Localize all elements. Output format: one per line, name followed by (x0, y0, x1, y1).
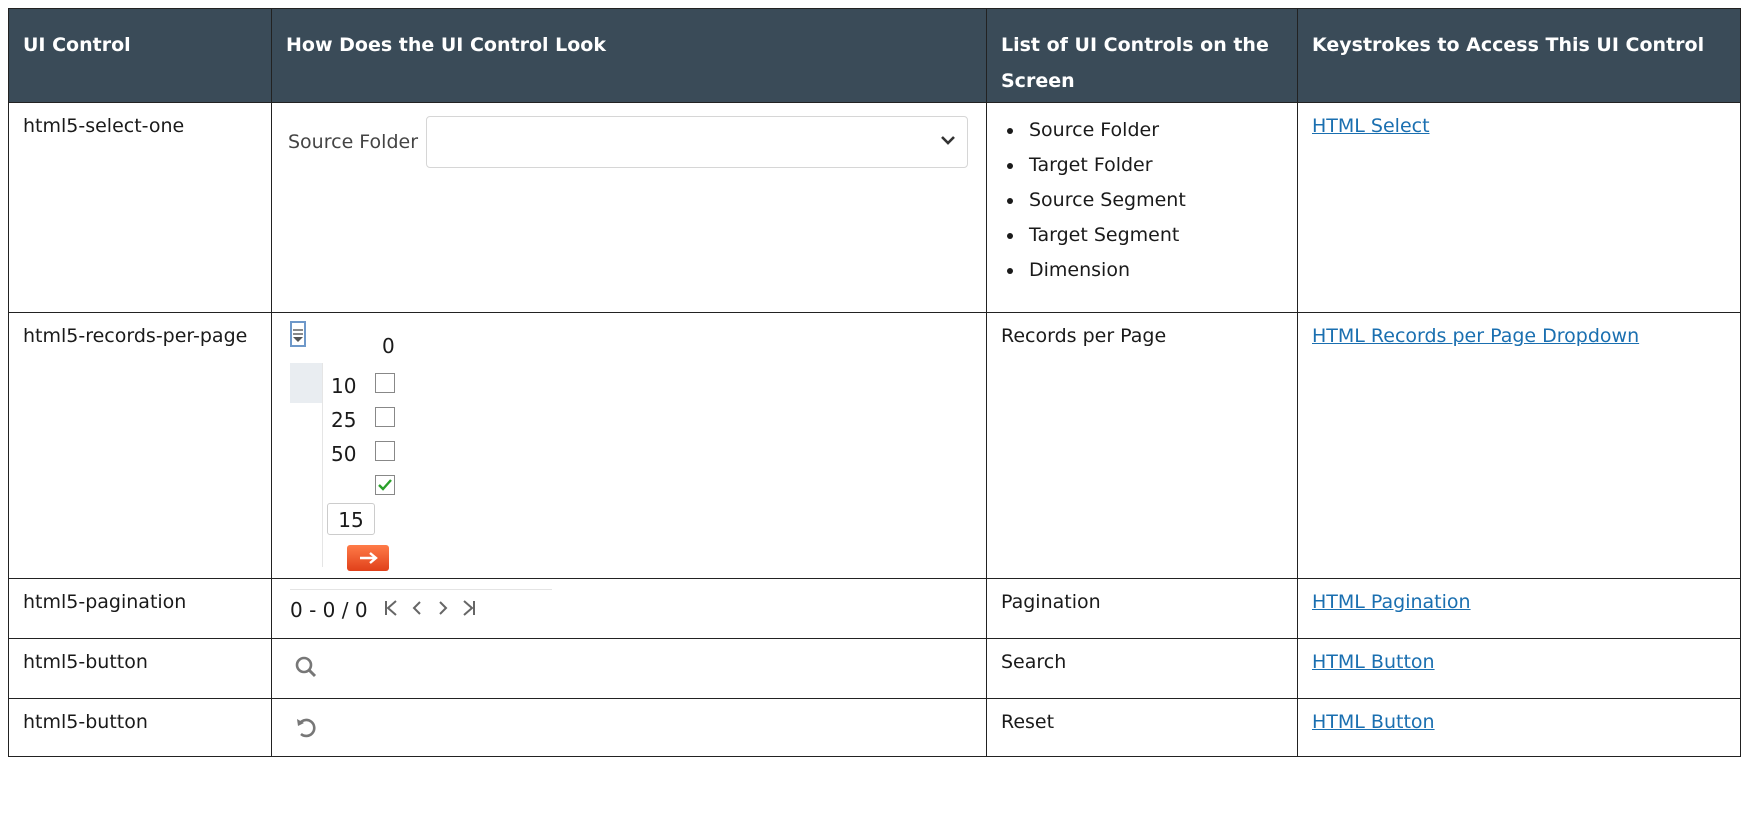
list-item: Dimension (1025, 253, 1283, 288)
checked-checkbox[interactable] (375, 475, 395, 495)
pagination-range: 0 - 0 / 0 (290, 598, 368, 622)
html-pagination-link[interactable]: HTML Pagination (1312, 591, 1471, 613)
table-row: html5-records-per-page 0 10 25 50 15 Rec… (8, 312, 1741, 579)
controls-list-cell: Reset (986, 698, 1298, 757)
control-name: html5-button (8, 638, 272, 699)
header-list: List of UI Controls on the Screen (986, 8, 1298, 103)
chevron-down-icon (941, 136, 955, 145)
records-input[interactable]: 15 (327, 503, 375, 535)
checkbox[interactable] (375, 407, 395, 427)
arrow-right-icon (360, 552, 378, 564)
header-keystrokes: Keystrokes to Access This UI Control (1297, 8, 1741, 103)
keystrokes-cell: HTML Select (1297, 102, 1741, 313)
controls-list: Source Folder Target Folder Source Segme… (1001, 113, 1283, 288)
table-row: html5-select-one Source Folder Source Fo… (8, 102, 1741, 313)
records-dropdown-trigger[interactable] (290, 321, 306, 347)
control-name: html5-select-one (8, 102, 272, 313)
controls-list-cell: Source Folder Target Folder Source Segme… (986, 102, 1298, 313)
list-item: Target Folder (1025, 148, 1283, 183)
controls-list-cell: Search (986, 638, 1298, 699)
look-cell: 0 10 25 50 15 (271, 312, 987, 579)
keystrokes-cell: HTML Pagination (1297, 578, 1741, 639)
keystrokes-cell: HTML Button (1297, 698, 1741, 757)
next-page-icon[interactable] (430, 597, 456, 623)
records-option[interactable]: 25 (331, 407, 356, 433)
look-cell: 0 - 0 / 0 (271, 578, 987, 639)
look-cell: Source Folder (271, 102, 987, 313)
keystrokes-cell: HTML Records per Page Dropdown (1297, 312, 1741, 579)
checkmark-icon (378, 479, 392, 491)
source-folder-select[interactable] (426, 116, 968, 168)
ui-controls-table: UI Control How Does the UI Control Look … (8, 8, 1741, 757)
table-row: html5-button Reset HTML Button (8, 698, 1741, 757)
keystrokes-cell: HTML Button (1297, 638, 1741, 699)
list-item: Source Folder (1025, 113, 1283, 148)
previous-page-icon[interactable] (404, 597, 430, 623)
record-count: 0 (382, 334, 395, 358)
html-button-link[interactable]: HTML Button (1312, 711, 1435, 733)
control-name: html5-button (8, 698, 272, 757)
first-page-icon[interactable] (378, 597, 404, 623)
control-name: html5-records-per-page (8, 312, 272, 579)
select-label: Source Folder (288, 131, 419, 153)
table-row: html5-pagination 0 - 0 / 0 Pagination HT… (8, 578, 1741, 639)
go-button[interactable] (347, 545, 389, 571)
html-select-link[interactable]: HTML Select (1312, 115, 1430, 137)
checkbox[interactable] (375, 441, 395, 461)
html-records-per-page-link[interactable]: HTML Records per Page Dropdown (1312, 325, 1639, 347)
records-option[interactable]: 10 (331, 373, 356, 399)
last-page-icon[interactable] (456, 597, 482, 623)
dropdown-icon (293, 329, 303, 342)
look-cell (271, 698, 987, 757)
checkbox[interactable] (375, 373, 395, 393)
list-item: Target Segment (1025, 218, 1283, 253)
list-item: Source Segment (1025, 183, 1283, 218)
control-name: html5-pagination (8, 578, 272, 639)
reset-icon[interactable] (294, 715, 318, 746)
search-icon[interactable] (294, 655, 318, 686)
html-button-link[interactable]: HTML Button (1312, 651, 1435, 673)
controls-list-cell: Pagination (986, 578, 1298, 639)
table-row: html5-button Search HTML Button (8, 638, 1741, 699)
records-per-page-sample: 0 10 25 50 15 (290, 321, 407, 571)
controls-list-cell: Records per Page (986, 312, 1298, 579)
records-bar: 0 (290, 321, 406, 359)
look-cell (271, 638, 987, 699)
pagination-sample: 0 - 0 / 0 (290, 589, 552, 630)
records-option[interactable]: 50 (331, 441, 356, 467)
header-ui-control: UI Control (8, 8, 272, 103)
records-menu: 10 25 50 15 (322, 363, 407, 571)
table-header-row: UI Control How Does the UI Control Look … (8, 8, 1741, 103)
header-look: How Does the UI Control Look (271, 8, 987, 103)
select-sample: Source Folder (288, 115, 968, 169)
